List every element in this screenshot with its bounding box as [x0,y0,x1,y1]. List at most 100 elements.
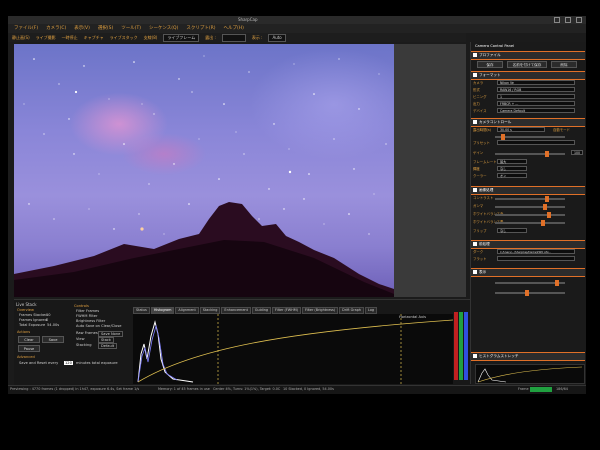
window-controls [554,17,582,23]
framerate-select[interactable]: 最大 [497,159,527,164]
gain-slider[interactable] [495,151,565,157]
gain-slider-handle[interactable] [545,151,549,157]
control-section-header[interactable]: カメラコントロール [471,118,585,127]
filter-frames-checkbox[interactable]: Filter Frames [76,309,99,313]
display-slider-2-handle[interactable] [525,290,529,296]
brightness-select[interactable]: なし [497,166,527,171]
minimize-button[interactable] [554,17,560,23]
tab-enhancement[interactable]: Enhancement [221,307,251,314]
wb-red-slider[interactable] [495,212,565,218]
live-stack-tabs: Status Histogram Alignment Stacking Enha… [133,307,378,314]
preset-select[interactable] [497,140,575,145]
snapshot-button[interactable]: 静止画(S) [12,35,30,41]
flat-file-select[interactable] [497,256,575,261]
menu-help[interactable]: ヘルプ(H) [223,24,243,33]
device-select[interactable]: Camera Default [497,108,575,113]
brightness-filter-checkbox[interactable]: Brightness Filter [76,319,105,323]
tab-guiding[interactable]: Guiding [251,307,272,314]
menu-view[interactable]: 表示(V) [74,24,90,33]
auto-mode-checkbox[interactable]: 自動モード [553,127,570,133]
viewer-background [394,44,466,297]
status-memory: Memory: 1 of 45 frames in use [158,387,210,391]
green-level-bar[interactable] [459,312,463,380]
tab-stacking[interactable]: Stacking [199,307,221,314]
image-viewer[interactable] [14,44,394,297]
gain-input[interactable]: 100 [571,150,583,155]
menu-file[interactable]: ファイル(F) [14,24,38,33]
menu-script[interactable]: スクリプト(R) [186,24,215,33]
stack-histogram-graph[interactable] [133,314,453,384]
wb-blue-slider[interactable] [495,220,565,226]
status-previewing: Previewing : 4770 frames (1 dropped) in … [10,387,140,391]
tab-drift-graph[interactable]: Drift Graph [339,307,365,314]
image-section-header[interactable]: 画像処理 [471,186,585,195]
stacking-select[interactable]: Default [98,343,118,349]
save-button[interactable]: Save [42,336,64,343]
clear-button[interactable]: Clear [18,336,40,343]
menu-sequence[interactable]: シーケンス(Q) [149,24,178,33]
fwhm-filter-checkbox[interactable]: FWHM Filter [76,314,97,318]
histogram-stretch-graph[interactable] [475,364,585,384]
tab-status[interactable]: Status [133,307,150,314]
dark-label: ダーク [473,250,484,254]
exposure-slider[interactable] [495,134,565,140]
menu-tools[interactable]: ツール(T) [121,24,141,33]
flip-select[interactable]: なし [497,228,527,233]
profile-save-as-button[interactable]: 名前を付けて保存 [507,61,547,68]
save-reset-input[interactable]: 120 [64,361,73,365]
flip-row: フリップ なし [473,228,585,234]
exposure-time-input[interactable]: 30.00 s [497,127,545,132]
wb-red-slider-handle[interactable] [547,212,551,218]
frames-stacked-value: 10 [46,313,51,317]
zoom-select[interactable]: Auto [268,33,286,42]
menu-select[interactable]: 選択(S) [98,24,113,33]
total-exposure-value: 54.00s [47,323,60,327]
preprocess-section-header[interactable]: 前処理 [471,240,585,249]
tab-histogram[interactable]: Histogram [150,307,175,314]
capture-button[interactable]: キャプチャ [84,35,104,41]
cooler-select[interactable]: オン [497,173,527,178]
dark-file-select[interactable]: C:/Users/.../SharpCap/Darks/ZWO ASI... [497,249,575,254]
tab-alignment[interactable]: Alignment [175,307,199,314]
contrast-slider-handle[interactable] [545,196,549,202]
pause-button[interactable]: 一時停止 [62,35,78,41]
histogram-section-header[interactable]: ヒストグラムストレッチ [471,352,585,361]
star-field [23,55,387,235]
menu-camera[interactable]: カメラ(C) [46,24,66,33]
blue-level-bar[interactable] [464,312,468,380]
file-format-select[interactable]: RAW16 / RGB [497,87,575,92]
red-level-bar[interactable] [454,312,458,380]
tab-log[interactable]: Log [365,307,378,314]
view-label: View [76,337,85,341]
tab-filter-brightness[interactable]: Filter (Brightness) [301,307,339,314]
display-slider-2[interactable] [495,290,565,296]
live-stack-button[interactable]: ライブスタック [110,35,138,41]
output-select[interactable]: FRBCR + ... [497,101,575,106]
binning-select[interactable]: 1 [497,94,575,99]
tab-filter-fwhm[interactable]: Filter (FWHM) [272,307,301,314]
actions-label: Actions [17,330,31,334]
maximize-button[interactable] [565,17,571,23]
live-capture-button[interactable]: ライブ撮影 [36,35,56,41]
display-slider[interactable] [495,280,565,286]
frames-ignored-value: 0 [46,318,49,322]
profile-section-header[interactable]: プロファイル [471,51,585,60]
pause-stack-button[interactable]: Pause [18,345,40,352]
exposure-field[interactable] [221,33,246,42]
wb-blue-slider-handle[interactable] [541,220,545,226]
format-section-header[interactable]: フォーマット [471,71,585,80]
gamma-slider-handle[interactable] [543,204,547,210]
contrast-label: コントラスト [473,196,494,200]
profile-save-button[interactable]: 保存 [477,61,503,68]
save-reset-label[interactable]: Save and Reset every [19,361,58,365]
contrast-slider[interactable] [495,196,565,202]
profile-delete-button[interactable]: 削除 [551,61,577,68]
close-button[interactable] [576,17,582,23]
gain-label: ゲイン [473,151,484,155]
display-slider-handle[interactable] [555,280,559,286]
live-frame-field[interactable]: ライブフレーム [163,33,200,42]
display-section-header[interactable]: 表示 [471,268,585,277]
gamma-slider[interactable] [495,204,565,210]
camera-select[interactable]: Nikon Ve [497,80,575,85]
auto-save-checkbox[interactable]: Auto Save on Clear/Close [76,324,121,328]
